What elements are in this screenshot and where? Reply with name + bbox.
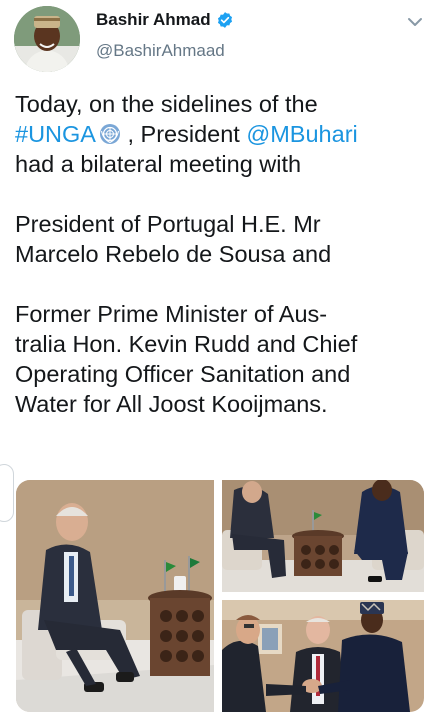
verified-badge-icon <box>217 12 232 28</box>
tweet-line: Former Prime Minister of Aus- <box>15 301 328 327</box>
side-panel-handle[interactable] <box>0 464 14 522</box>
tweet-line: Water for All Joost Kooijmans. <box>15 391 328 417</box>
tweet-paragraph: Former Prime Minister of Aus- tralia Hon… <box>15 299 431 419</box>
tweet-line: had a bilateral meeting with <box>15 151 302 177</box>
tweet-line: Operating Officer Sanitation and <box>15 361 351 387</box>
tweet-paragraph: President of Portugal H.E. Mr Marcelo Re… <box>15 209 431 269</box>
author-name-row[interactable]: Bashir Ahmad <box>96 10 234 30</box>
media-grid <box>16 480 424 712</box>
un-emblem-icon <box>99 124 120 144</box>
hashtag-link[interactable]: #UNGA <box>15 121 96 147</box>
tweet-text-span: , President <box>120 121 247 147</box>
tweet-line: Today, on the sidelines of the <box>15 91 318 117</box>
avatar[interactable] <box>14 6 80 72</box>
author-name[interactable]: Bashir Ahmad <box>96 10 211 30</box>
tweet-line: Marcelo Rebelo de Sousa and <box>15 241 332 267</box>
chevron-down-icon[interactable] <box>407 14 423 30</box>
tweet-paragraph: Today, on the sidelines of the #UNGA , P… <box>15 89 431 179</box>
author-handle[interactable]: @BashirAhmaad <box>96 41 225 61</box>
profile-photo <box>14 6 80 72</box>
tweet-line: tralia Hon. Kevin Rudd and Chief <box>15 331 358 357</box>
tweet-text: Today, on the sidelines of the #UNGA , P… <box>15 89 431 419</box>
photo-portugal-president[interactable] <box>16 480 214 712</box>
mention-link[interactable]: @MBuhari <box>246 121 357 147</box>
photo-meeting-handshake[interactable] <box>222 600 424 712</box>
tweet-line: President of Portugal H.E. Mr <box>15 211 321 237</box>
photo-meeting-seated[interactable] <box>222 480 424 592</box>
